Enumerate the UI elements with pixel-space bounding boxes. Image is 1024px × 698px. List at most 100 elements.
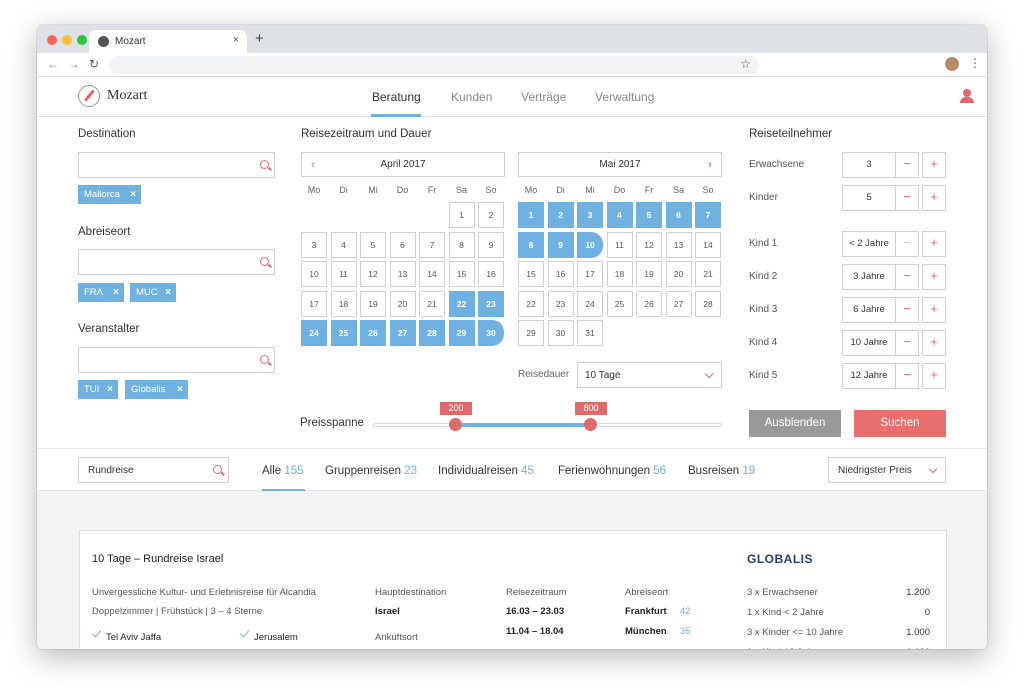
participant-value[interactable]: 12 Jahre xyxy=(842,363,896,389)
calendar-day[interactable]: 5 xyxy=(360,231,386,258)
plus-button[interactable]: + xyxy=(922,264,946,290)
calendar-day[interactable]: 26 xyxy=(636,290,662,317)
result-card[interactable]: 10 Tage – Rundreise Israel GLOBALIS Unve… xyxy=(79,530,947,649)
calendar-day[interactable]: 5 xyxy=(636,202,662,228)
minus-button[interactable]: − xyxy=(895,152,919,178)
reload-icon[interactable]: ↻ xyxy=(89,57,99,71)
participant-value[interactable]: < 2 Jahre xyxy=(842,231,896,257)
calendar-day[interactable]: 26 xyxy=(360,320,386,346)
suchen-button[interactable]: Suchen xyxy=(854,410,946,437)
calendar-day[interactable]: 20 xyxy=(389,290,416,317)
calendar-day[interactable]: 22 xyxy=(518,290,544,317)
calendar-day[interactable]: 12 xyxy=(636,231,662,258)
tab-individualreisen[interactable]: Individualreisen 45 xyxy=(438,465,534,477)
calendar-day[interactable]: 16 xyxy=(547,261,574,287)
nav-kunden[interactable]: Kunden xyxy=(451,90,492,104)
user-icon[interactable] xyxy=(960,89,974,103)
calendar-day[interactable]: 12 xyxy=(360,261,386,287)
calendar-day[interactable]: 27 xyxy=(389,320,416,346)
abreiseort-search-input[interactable] xyxy=(78,249,275,275)
ausblenden-button[interactable]: Ausblenden xyxy=(749,410,841,437)
back-icon[interactable]: ← xyxy=(47,57,59,71)
search-icon[interactable] xyxy=(213,465,222,474)
minus-button[interactable]: − xyxy=(895,185,919,211)
calendar-day[interactable]: 11 xyxy=(330,261,357,287)
sort-select[interactable]: Niedrigster Preis xyxy=(828,457,946,483)
calendar-day[interactable]: 15 xyxy=(518,261,544,287)
tab-ferienwohnungen[interactable]: Ferienwohnungen 56 xyxy=(558,465,666,477)
calendar-day[interactable]: 31 xyxy=(577,320,603,346)
calendar-day[interactable]: 24 xyxy=(577,290,603,317)
calendar-day[interactable]: 17 xyxy=(577,261,603,287)
calendar-day[interactable]: 28 xyxy=(419,320,445,346)
calendar-day[interactable]: 4 xyxy=(606,202,633,228)
abreiseort-name[interactable]: München xyxy=(625,626,667,637)
participant-value[interactable]: 6 Jahre xyxy=(842,297,896,323)
minus-button[interactable]: − xyxy=(895,297,919,323)
calendar-day[interactable]: 10 xyxy=(301,261,327,287)
prev-month-icon[interactable]: ‹ xyxy=(311,153,315,176)
plus-button[interactable]: + xyxy=(922,363,946,389)
calendar-day[interactable]: 7 xyxy=(419,231,445,258)
calendar-day[interactable]: 18 xyxy=(606,261,633,287)
calendar-day[interactable]: 29 xyxy=(448,320,475,346)
results-search-input[interactable]: Rundreise xyxy=(78,457,229,483)
plus-button[interactable]: + xyxy=(922,231,946,257)
calendar-day[interactable]: 17 xyxy=(301,290,327,317)
calendar-day[interactable]: 9 xyxy=(478,231,504,258)
calendar-day[interactable]: 21 xyxy=(695,261,721,287)
minus-button[interactable]: − xyxy=(895,231,919,257)
close-window-dot[interactable] xyxy=(47,35,57,45)
calendar-day[interactable]: 30 xyxy=(547,320,574,346)
calendar-day[interactable]: 20 xyxy=(665,261,692,287)
calendar-day[interactable]: 3 xyxy=(577,202,603,228)
participant-value[interactable]: 10 Jahre xyxy=(842,330,896,356)
destination-search-input[interactable] xyxy=(78,152,275,178)
browser-menu-icon[interactable]: ⋮ xyxy=(969,56,981,70)
minus-button[interactable]: − xyxy=(895,330,919,356)
calendar-day[interactable]: 16 xyxy=(478,261,504,287)
calendar-day[interactable]: 23 xyxy=(478,290,504,317)
calendar-day[interactable]: 14 xyxy=(419,261,445,287)
reisedauer-select[interactable]: 10 Tage xyxy=(577,362,722,388)
calendar-day[interactable]: 23 xyxy=(547,290,574,317)
chip-remove-icon[interactable]: × xyxy=(113,283,119,302)
nav-vertraege[interactable]: Verträge xyxy=(521,90,566,104)
calendar-day[interactable]: 3 xyxy=(301,231,327,258)
calendar-day[interactable]: 29 xyxy=(518,320,544,346)
forward-icon[interactable]: → xyxy=(68,57,80,71)
bookmark-star-icon[interactable]: ☆ xyxy=(740,57,751,71)
plus-button[interactable]: + xyxy=(922,152,946,178)
next-month-icon[interactable]: › xyxy=(708,153,712,176)
tab-close-icon[interactable]: × xyxy=(233,34,239,46)
calendar-day[interactable]: 6 xyxy=(665,202,692,228)
veranstalter-search-input[interactable] xyxy=(78,347,275,373)
participant-value[interactable]: 3 xyxy=(842,152,896,178)
calendar-day[interactable]: 1 xyxy=(518,202,544,228)
abreiseort-name[interactable]: Frankfurt xyxy=(625,606,667,617)
calendar-day[interactable]: 14 xyxy=(695,231,721,258)
calendar-day[interactable]: 22 xyxy=(448,290,475,317)
tab-alle[interactable]: Alle 155 xyxy=(262,465,304,477)
calendar-day[interactable]: 25 xyxy=(606,290,633,317)
nav-verwaltung[interactable]: Verwaltung xyxy=(595,90,654,104)
calendar-day[interactable]: 27 xyxy=(665,290,692,317)
calendar-day[interactable]: 4 xyxy=(330,231,357,258)
calendar-day[interactable]: 1 xyxy=(448,202,475,228)
calendar-day[interactable]: 2 xyxy=(547,202,574,228)
calendar-day[interactable]: 30 xyxy=(478,320,504,346)
nav-beratung[interactable]: Beratung xyxy=(372,90,421,104)
calendar-day[interactable]: 15 xyxy=(448,261,475,287)
search-icon[interactable] xyxy=(260,355,269,364)
search-icon[interactable] xyxy=(260,160,269,169)
calendar-day[interactable]: 13 xyxy=(389,261,416,287)
calendar-day[interactable]: 28 xyxy=(695,290,721,317)
plus-button[interactable]: + xyxy=(922,185,946,211)
new-tab-button[interactable]: + xyxy=(255,30,264,47)
plus-button[interactable]: + xyxy=(922,330,946,356)
chip-remove-icon[interactable]: × xyxy=(130,185,136,204)
calendar-day[interactable]: 18 xyxy=(330,290,357,317)
calendar-day[interactable]: 19 xyxy=(636,261,662,287)
minus-button[interactable]: − xyxy=(895,264,919,290)
calendar-day[interactable]: 8 xyxy=(518,231,544,258)
